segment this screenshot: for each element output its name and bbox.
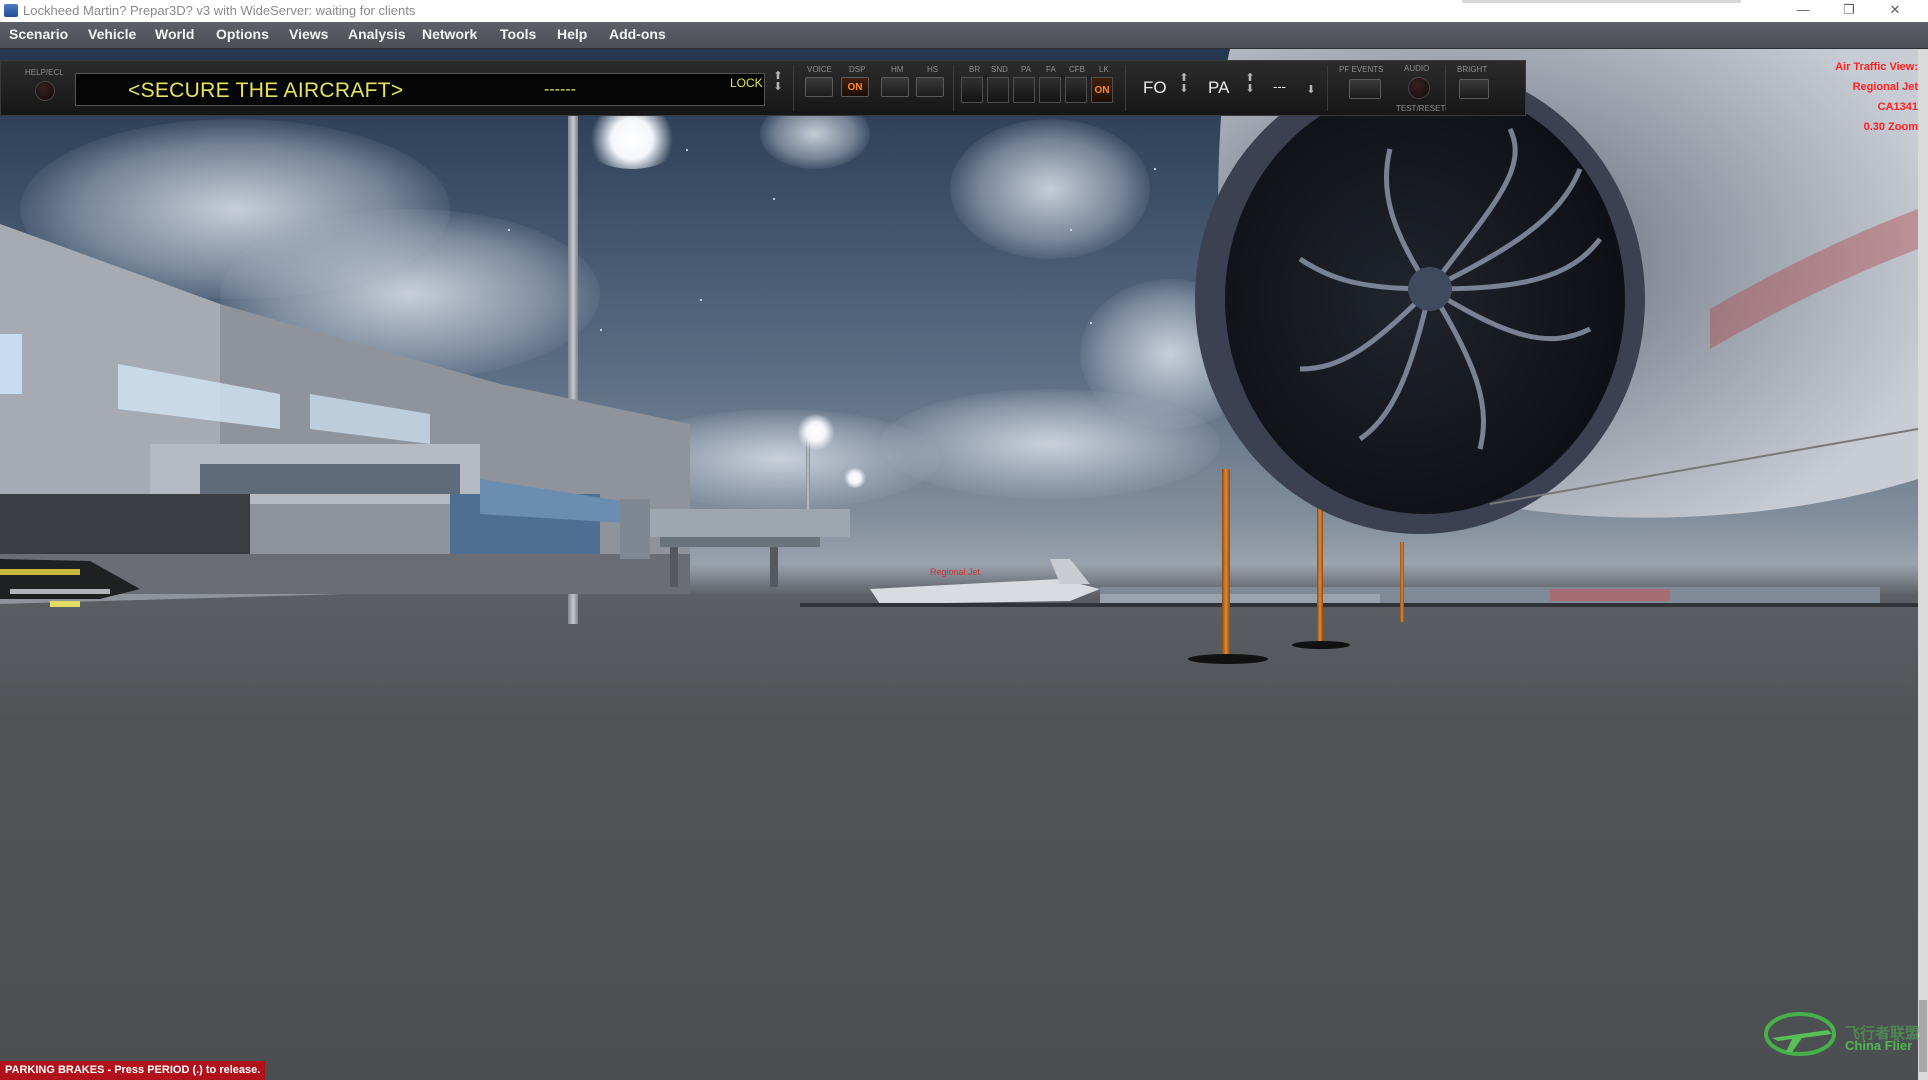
arrow-down-icon[interactable]: ⬇ [773, 82, 783, 93]
test-reset-label: TEST/RESET [1396, 104, 1446, 113]
atc-view-overlay: Air Traffic View: Regional Jet CA1341 0.… [1835, 57, 1918, 137]
star [700, 299, 702, 301]
menu-addons[interactable]: Add-ons [609, 26, 666, 42]
atc-view-callsign: CA1341 [1877, 101, 1918, 113]
sim-viewport[interactable]: Regional Jet [0, 49, 1918, 1080]
menu-options[interactable]: Options [216, 26, 269, 42]
star [1070, 229, 1072, 231]
ground-vehicle [0, 559, 140, 607]
divider [1327, 65, 1328, 111]
atc-view-aircraft: Regional Jet [1852, 81, 1918, 93]
divider [1125, 65, 1126, 111]
arrow-down-icon[interactable]: ⬇ [1306, 85, 1316, 96]
bollard-base [1292, 641, 1350, 649]
menu-scenario[interactable]: Scenario [9, 26, 68, 42]
menu-help[interactable]: Help [557, 26, 587, 42]
app-icon [4, 4, 18, 17]
audio-knob[interactable] [1408, 77, 1430, 99]
cfb-button[interactable] [1065, 77, 1087, 103]
hs-button[interactable] [916, 77, 944, 97]
menu-tools[interactable]: Tools [500, 26, 536, 42]
dsp-label: DSP [849, 65, 866, 74]
message-scroll-arrows[interactable]: ⬆ ⬇ [773, 71, 783, 93]
dsp-on-indicator: ON [847, 82, 863, 93]
china-flier-logo-icon [1764, 1012, 1836, 1056]
cfb-label: CFB [1069, 65, 1085, 74]
divider [953, 65, 954, 111]
snd-label: SND [991, 65, 1008, 74]
menu-network[interactable]: Network [422, 26, 477, 42]
pa-value: --- [1273, 79, 1286, 94]
watermark-en: China Flier [1845, 1038, 1913, 1053]
title-bar-strip [1462, 0, 1741, 3]
star [686, 149, 688, 151]
message-value: ------ [544, 81, 576, 98]
hm-label: HM [891, 65, 904, 74]
br-label: BR [969, 65, 981, 74]
hm-button[interactable] [881, 77, 909, 97]
window-title: Lockheed Martin? Prepar3D? v3 with WideS… [23, 3, 416, 18]
fo-label[interactable]: FO [1143, 78, 1167, 98]
help-ecl-label: HELP/ECL [25, 68, 64, 77]
vertical-scrollbar[interactable] [1918, 49, 1928, 1080]
menu-analysis[interactable]: Analysis [348, 26, 406, 42]
bright-button[interactable] [1459, 79, 1489, 99]
arrow-down-icon[interactable]: ⬇ [1245, 84, 1255, 95]
jet-engine [1195, 49, 1918, 534]
lk-on-indicator: ON [1094, 85, 1110, 96]
star [1090, 322, 1092, 324]
star [1154, 168, 1156, 170]
arrow-down-icon[interactable]: ⬇ [1179, 84, 1189, 95]
pf-events-label: PF EVENTS [1339, 65, 1384, 74]
fa-label: FA [1046, 65, 1056, 74]
voice-button[interactable] [805, 77, 833, 97]
divider [1445, 65, 1446, 111]
pf-events-button[interactable] [1349, 79, 1381, 99]
divider [793, 65, 794, 111]
pa-arrows[interactable]: ⬆ ⬇ [1245, 73, 1255, 95]
title-bar: Lockheed Martin? Prepar3D? v3 with WideS… [0, 0, 1928, 23]
parking-brake-message: PARKING BRAKES - Press PERIOD (.) to rel… [0, 1061, 266, 1080]
audio-label: AUDIO [1404, 64, 1430, 73]
menu-views[interactable]: Views [289, 26, 328, 42]
minimize-button[interactable]: — [1780, 0, 1826, 22]
voice-label: VOICE [807, 65, 832, 74]
lk-label: LK [1099, 65, 1109, 74]
br-button[interactable] [961, 77, 983, 103]
dsp-button[interactable]: ON [841, 77, 869, 97]
pa-down-arrow[interactable]: ⬇ [1306, 85, 1316, 96]
menu-vehicle[interactable]: Vehicle [88, 26, 136, 42]
cloud [950, 119, 1150, 259]
menu-world[interactable]: World [155, 26, 194, 42]
atc-view-title: Air Traffic View: [1835, 61, 1918, 73]
snd-button[interactable] [987, 77, 1009, 103]
message-text: <SECURE THE AIRCRAFT> [128, 79, 404, 102]
lk-button[interactable]: ON [1091, 77, 1113, 103]
pa-small-label: PA [1021, 65, 1032, 74]
atc-view-zoom: 0.30 Zoom [1863, 121, 1918, 133]
pa-small-button[interactable] [1013, 77, 1035, 103]
fo-arrows[interactable]: ⬆ ⬇ [1179, 73, 1189, 95]
menu-bar: Scenario Vehicle World Options Views Ana… [0, 22, 1928, 49]
restore-button[interactable]: ❐ [1826, 0, 1872, 22]
close-button[interactable]: ✕ [1872, 0, 1918, 22]
star [773, 198, 775, 200]
message-display: <SECURE THE AIRCRAFT> ------ LOCK [75, 73, 765, 106]
aircraft-label: Regional Jet [930, 567, 981, 577]
lock-label[interactable]: LOCK [730, 76, 763, 90]
light-glow [796, 414, 836, 450]
scrollbar-thumb[interactable] [1919, 1000, 1927, 1072]
light-glow [582, 109, 682, 169]
jet-bridge [620, 499, 850, 587]
light-glow [843, 468, 867, 488]
bright-label: BRIGHT [1457, 65, 1488, 74]
fa-button[interactable] [1039, 77, 1061, 103]
bollard-base [1188, 654, 1268, 664]
pa-label[interactable]: PA [1208, 78, 1229, 98]
cockpit-panel: HELP/ECL <SECURE THE AIRCRAFT> ------ LO… [0, 60, 1526, 116]
help-ecl-knob[interactable] [35, 81, 55, 101]
hs-label: HS [927, 65, 939, 74]
